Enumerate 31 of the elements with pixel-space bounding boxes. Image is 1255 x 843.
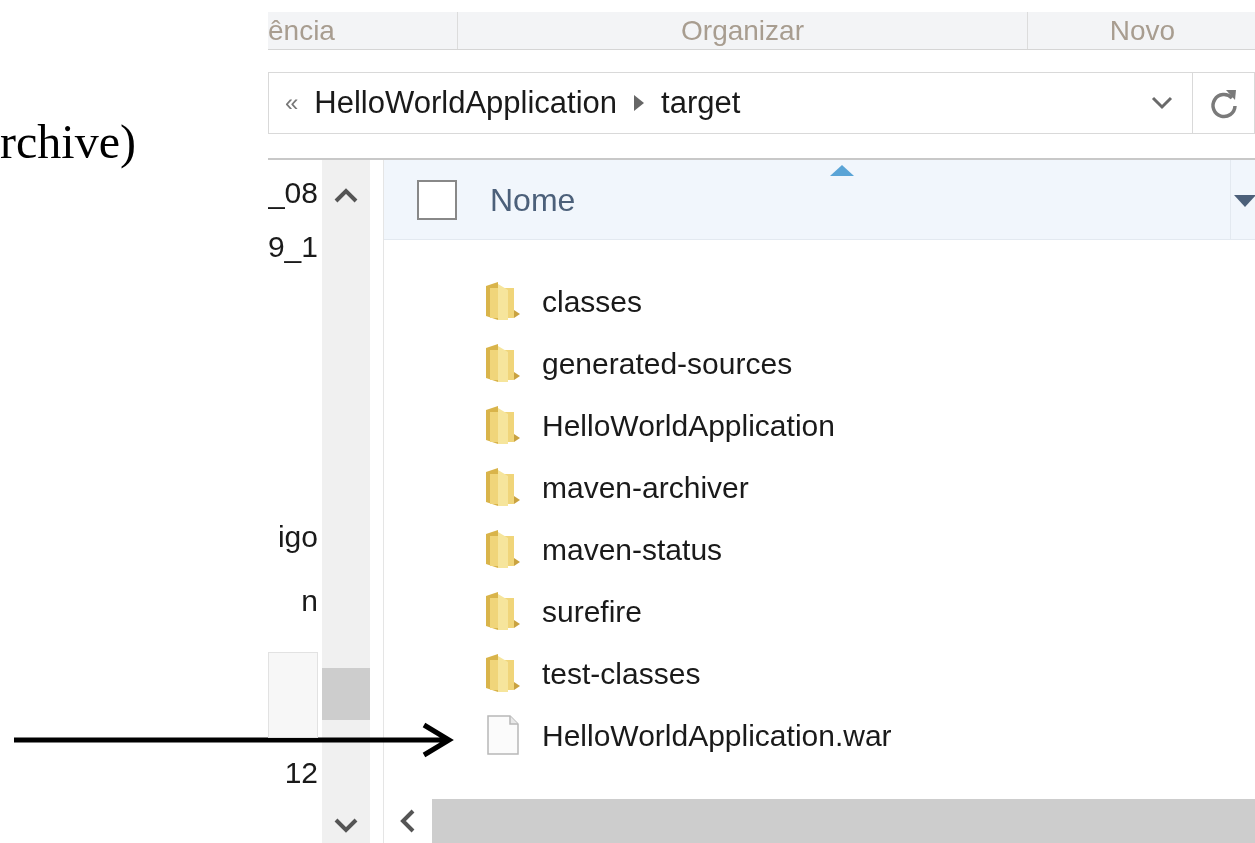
- sort-arrow-icon: [830, 164, 854, 176]
- ribbon-group-label: Novo: [1109, 13, 1176, 48]
- navigation-item[interactable]: _08: [268, 170, 318, 214]
- scroll-left-icon[interactable]: [400, 808, 416, 834]
- column-menu-icon[interactable]: [1234, 195, 1255, 207]
- file-name[interactable]: surefire: [542, 588, 643, 634]
- file-name[interactable]: generated-sources: [542, 340, 793, 386]
- breadcrumb[interactable]: HelloWorldApplication: [314, 79, 618, 127]
- breadcrumb-separator-icon[interactable]: [633, 93, 646, 113]
- file-name[interactable]: maven-archiver: [542, 464, 749, 510]
- overflow-chevron[interactable]: «: [285, 85, 299, 121]
- scroll-down-icon[interactable]: [333, 817, 359, 833]
- ribbon-group-label: ência: [268, 13, 335, 48]
- ribbon-group-label: Organizar: [681, 13, 804, 48]
- navigation-item[interactable]: n: [268, 578, 318, 622]
- breadcrumb[interactable]: target: [661, 79, 741, 127]
- file-name[interactable]: maven-status: [542, 526, 723, 572]
- navigation-item[interactable]: 12: [268, 750, 318, 794]
- file-name[interactable]: HelloWorldApplication.war: [542, 712, 892, 758]
- horizontal-scrollbar-thumb[interactable]: [432, 799, 1255, 843]
- file-name[interactable]: test-classes: [542, 650, 701, 696]
- select-all-checkbox[interactable]: [417, 179, 457, 220]
- navigation-item[interactable]: 9_1: [268, 224, 318, 268]
- scroll-up-icon[interactable]: [333, 188, 359, 204]
- scrollbar-thumb[interactable]: [322, 668, 370, 720]
- dropdown-icon[interactable]: [1150, 95, 1174, 111]
- column-label: Nome: [490, 180, 576, 220]
- file-name[interactable]: classes: [542, 278, 643, 324]
- column-header[interactable]: Nome: [384, 160, 1255, 240]
- navigation-item[interactable]: igo: [268, 514, 318, 558]
- file-name[interactable]: HelloWorldApplication: [542, 402, 835, 448]
